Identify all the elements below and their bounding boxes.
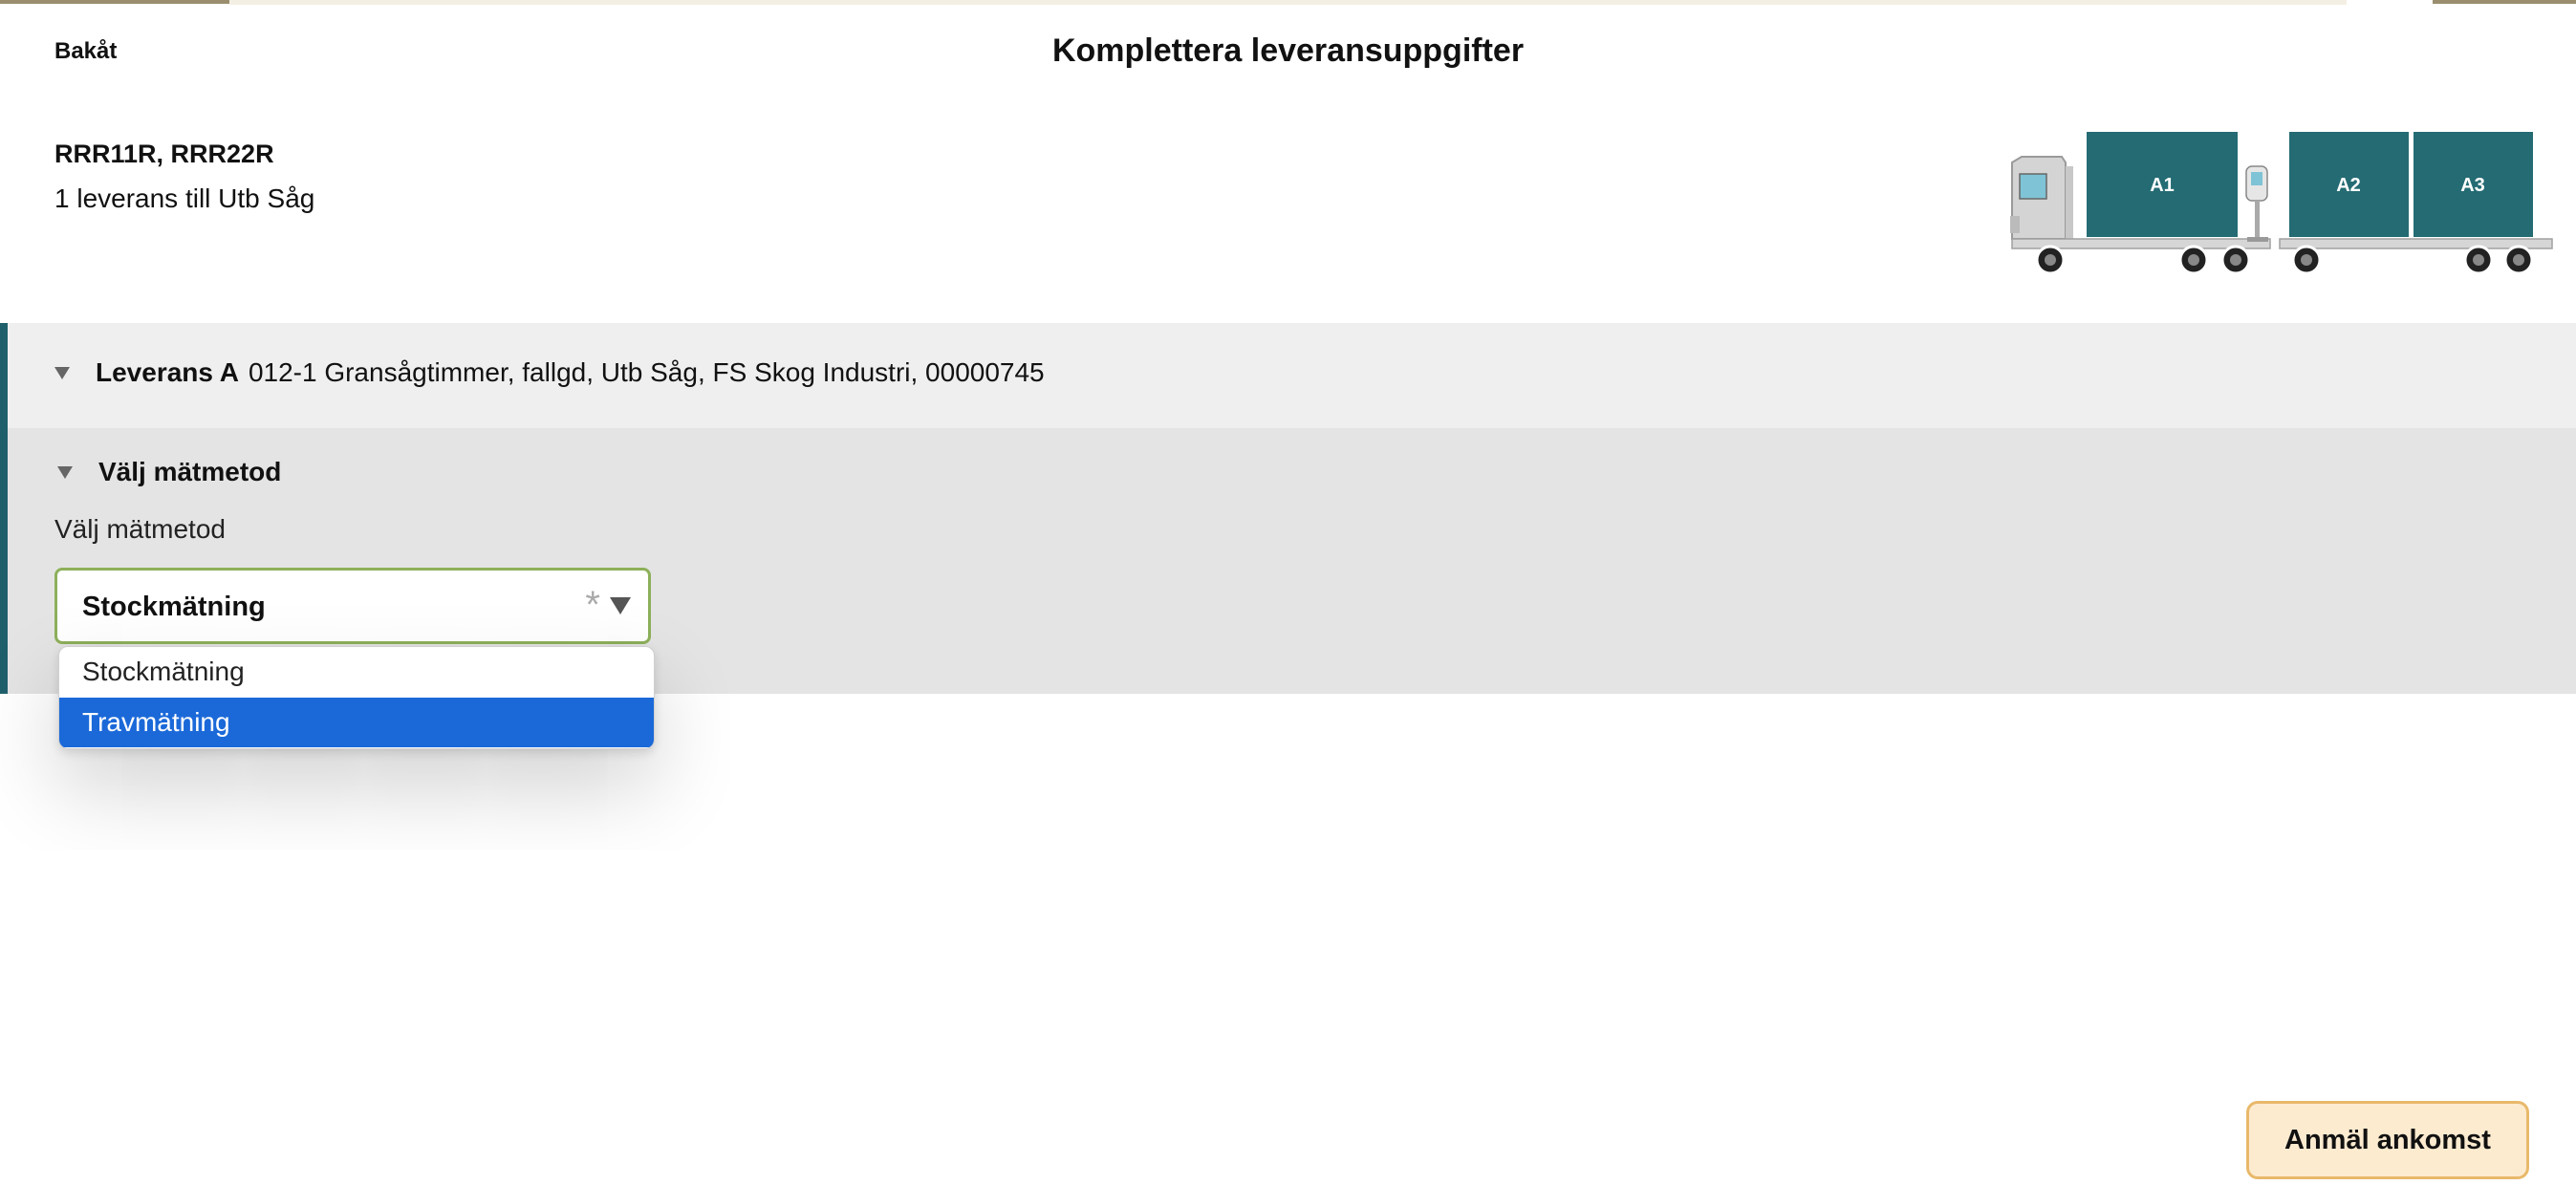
active-section-indicator [0,323,8,694]
measurement-field-label: Välj mätmetod [54,514,226,544]
selected-value: Stockmätning [82,592,266,622]
wheels [2035,245,2534,275]
compartment-a3-label: A3 [2460,175,2485,196]
chevron-down-icon[interactable] [57,466,73,479]
measurement-method-select[interactable]: Stockmätning * [54,568,651,644]
delivery-label: Leverans A [96,357,239,387]
measurement-method-dropdown: Stockmätning Travmätning [58,646,655,749]
required-icon: * [585,584,600,626]
trailer-chassis [2279,238,2553,249]
delivery-a-row[interactable]: Leverans A 012-1 Gransågtimmer, fallgd, U… [96,357,1045,388]
top-accent [229,0,2347,5]
truck-illustration: A1 A2 A3 [2010,132,2553,275]
delivery-description: 012-1 Gransågtimmer, fallgd, Utb Såg, FS… [248,357,1045,387]
vehicle-registration: RRR11R, RRR22R [54,140,274,168]
report-arrival-button[interactable]: Anmäl ankomst [2246,1101,2529,1179]
truck-cab [2010,156,2073,240]
compartment-a1-label: A1 [2150,175,2175,196]
page-title: Komplettera leveransuppgifter [1051,32,1525,69]
top-accent-line [0,0,2576,6]
top-edge-left [0,0,229,4]
drawbar [2245,165,2268,242]
chevron-down-icon[interactable] [610,597,631,614]
chevron-down-icon[interactable] [54,367,70,379]
compartment-a2-label: A2 [2336,175,2361,196]
dropdown-option-stockmatning[interactable]: Stockmätning [59,647,654,697]
measurement-section-title[interactable]: Välj mätmetod [98,457,281,487]
delivery-summary: 1 leverans till Utb Såg [54,183,315,213]
top-edge-right [2433,0,2576,4]
dropdown-option-travmatning[interactable]: Travmätning [59,698,654,747]
